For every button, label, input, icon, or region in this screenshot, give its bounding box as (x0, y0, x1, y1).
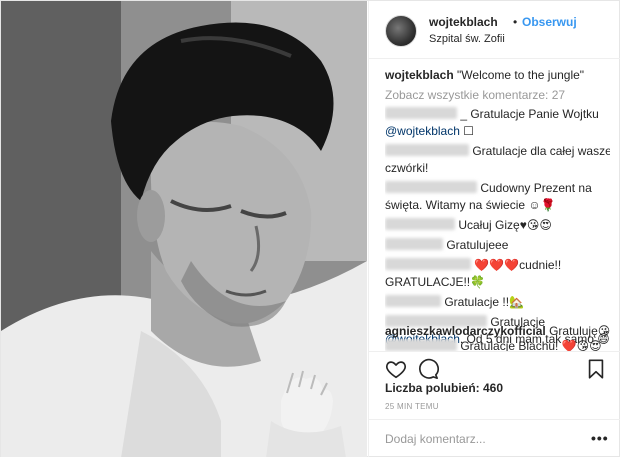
comment-composer: ••• (369, 419, 620, 457)
side-panel: wojtekblach • Obserwuj Szpital św. Zofii… (368, 1, 620, 457)
comment-6: ❤️❤️❤️cudnie!! (385, 257, 561, 274)
comment-text: _ Gratulacje Panie Wojtku (460, 107, 599, 121)
bookmark-icon[interactable] (585, 358, 607, 380)
comment-text: Gratulujeee (446, 238, 509, 252)
post-timestamp[interactable]: 25 MIN TEMU (385, 402, 439, 411)
comment-2: Gratulacje dla całej waszej (385, 143, 610, 160)
comment-9: agnieszkawlodarczykofficial Gratuluję😘 (385, 323, 610, 340)
more-options-button[interactable]: ••• (591, 430, 609, 446)
post-photo[interactable] (1, 1, 367, 457)
comment-5: Gratulujeee (385, 237, 508, 254)
comment-text: Gratuluję😘 (545, 324, 610, 338)
comment-text: Gratulacje !!🏡 (444, 295, 524, 309)
blurred-username (385, 218, 455, 230)
comment-3: Cudowny Prezent na (385, 180, 592, 197)
comment-text: Gratulacje dla całej waszej (472, 144, 610, 158)
follow-button[interactable]: Obserwuj (522, 15, 577, 29)
blurred-username (385, 238, 443, 250)
comment-text: Cudowny Prezent na (480, 181, 592, 195)
blurred-username (385, 107, 457, 119)
comment-text: Ucałuj Gizę♥😘😍 (458, 218, 552, 232)
comment-6-cont: GRATULACJE!!🍀 (385, 275, 486, 289)
blurred-username (385, 144, 469, 156)
likes-count[interactable]: Liczba polubień: 460 (385, 381, 503, 395)
avatar[interactable] (385, 15, 417, 47)
mention-link[interactable]: @wojtekblach (385, 124, 460, 138)
comment-2-cont: czwórki! (385, 161, 429, 175)
blurred-username (385, 181, 477, 193)
caption-text: "Welcome to the jungle" (457, 68, 585, 82)
comment-text: ☐ (459, 124, 474, 138)
speech-bubble-icon[interactable] (417, 358, 439, 380)
comment-input[interactable] (385, 430, 575, 448)
comment-4: Ucałuj Gizę♥😘😍 (385, 217, 552, 234)
blurred-username (385, 339, 457, 351)
header-username[interactable]: wojtekblach (429, 15, 498, 29)
heart-icon[interactable] (385, 358, 407, 380)
comment-username[interactable]: agnieszkawlodarczykofficial (385, 324, 546, 338)
photo-illustration (1, 1, 367, 457)
blurred-username (385, 295, 441, 307)
instagram-post: wojtekblach • Obserwuj Szpital św. Zofii… (0, 0, 620, 457)
comment-3-cont: święta. Witamy na świecie ☺🌹 (385, 198, 556, 212)
comment-10: Gratulacje Blachu! ❤️😘😍 (385, 339, 610, 351)
comments-list: wojtekblach "Welcome to the jungle" Zoba… (385, 65, 610, 350)
caption-username[interactable]: wojtekblach (385, 68, 454, 82)
blurred-username (385, 258, 471, 270)
comment-text: ❤️❤️❤️cudnie!! (474, 258, 562, 272)
caption: wojtekblach "Welcome to the jungle" (385, 67, 584, 84)
comment-text: Gratulacje Blachu! ❤️😘😍 (460, 339, 602, 351)
action-bar (369, 351, 620, 385)
comments-list-tail: agnieszkawlodarczykofficial Gratuluję😘 (385, 323, 610, 340)
comment-1-cont: @wojtekblach ☐ (385, 123, 474, 140)
view-all-comments-link[interactable]: Zobacz wszystkie komentarze: 27 (385, 87, 565, 104)
location-link[interactable]: Szpital św. Zofii (429, 33, 505, 45)
comment-1: _ Gratulacje Panie Wojtku (385, 106, 599, 123)
header-separator: • (513, 15, 518, 29)
post-header: wojtekblach • Obserwuj Szpital św. Zofii (369, 1, 620, 59)
comment-7: Gratulacje !!🏡 (385, 294, 524, 311)
